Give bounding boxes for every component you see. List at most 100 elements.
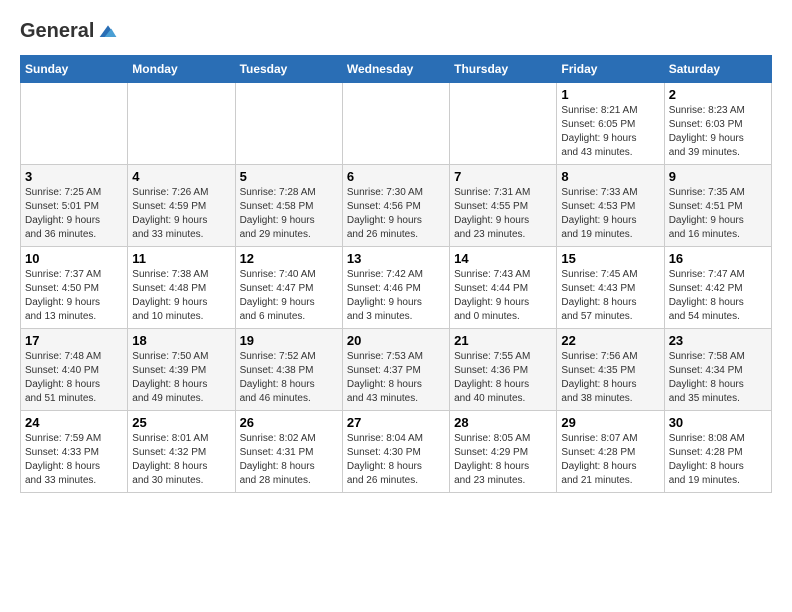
calendar-cell bbox=[342, 83, 449, 165]
calendar-cell bbox=[128, 83, 235, 165]
day-info: Sunrise: 7:28 AM Sunset: 4:58 PM Dayligh… bbox=[240, 186, 338, 242]
calendar-cell bbox=[235, 83, 342, 165]
calendar-cell: 15 Sunrise: 7:45 AM Sunset: 4:43 PM Dayli… bbox=[557, 247, 664, 329]
calendar-cell: 7 Sunrise: 7:31 AM Sunset: 4:55 PM Daylig… bbox=[450, 165, 557, 247]
day-info: Sunrise: 7:58 AM Sunset: 4:34 PM Dayligh… bbox=[669, 350, 767, 406]
calendar-week-row: 3 Sunrise: 7:25 AM Sunset: 5:01 PM Daylig… bbox=[21, 165, 772, 247]
day-number: 10 bbox=[25, 251, 123, 266]
day-info: Sunrise: 8:21 AM Sunset: 6:05 PM Dayligh… bbox=[561, 104, 659, 160]
calendar-header-sunday: Sunday bbox=[21, 56, 128, 83]
day-info: Sunrise: 7:42 AM Sunset: 4:46 PM Dayligh… bbox=[347, 268, 445, 324]
calendar-cell: 12 Sunrise: 7:40 AM Sunset: 4:47 PM Dayli… bbox=[235, 247, 342, 329]
calendar-cell: 26 Sunrise: 8:02 AM Sunset: 4:31 PM Dayli… bbox=[235, 411, 342, 493]
day-number: 9 bbox=[669, 169, 767, 184]
day-number: 2 bbox=[669, 87, 767, 102]
day-number: 18 bbox=[132, 333, 230, 348]
calendar-cell: 3 Sunrise: 7:25 AM Sunset: 5:01 PM Daylig… bbox=[21, 165, 128, 247]
calendar-week-row: 24 Sunrise: 7:59 AM Sunset: 4:33 PM Dayli… bbox=[21, 411, 772, 493]
day-info: Sunrise: 7:40 AM Sunset: 4:47 PM Dayligh… bbox=[240, 268, 338, 324]
day-info: Sunrise: 7:55 AM Sunset: 4:36 PM Dayligh… bbox=[454, 350, 552, 406]
day-info: Sunrise: 7:30 AM Sunset: 4:56 PM Dayligh… bbox=[347, 186, 445, 242]
calendar-cell: 8 Sunrise: 7:33 AM Sunset: 4:53 PM Daylig… bbox=[557, 165, 664, 247]
calendar-header-saturday: Saturday bbox=[664, 56, 771, 83]
day-number: 26 bbox=[240, 415, 338, 430]
logo: General bbox=[20, 20, 118, 39]
calendar-cell: 16 Sunrise: 7:47 AM Sunset: 4:42 PM Dayli… bbox=[664, 247, 771, 329]
calendar-cell: 2 Sunrise: 8:23 AM Sunset: 6:03 PM Daylig… bbox=[664, 83, 771, 165]
day-info: Sunrise: 8:04 AM Sunset: 4:30 PM Dayligh… bbox=[347, 432, 445, 488]
logo-icon bbox=[98, 22, 118, 42]
day-info: Sunrise: 7:48 AM Sunset: 4:40 PM Dayligh… bbox=[25, 350, 123, 406]
day-number: 17 bbox=[25, 333, 123, 348]
day-number: 25 bbox=[132, 415, 230, 430]
day-info: Sunrise: 7:43 AM Sunset: 4:44 PM Dayligh… bbox=[454, 268, 552, 324]
calendar-header-monday: Monday bbox=[128, 56, 235, 83]
calendar-cell: 24 Sunrise: 7:59 AM Sunset: 4:33 PM Dayli… bbox=[21, 411, 128, 493]
calendar-cell: 30Sunrise: 8:08 AM Sunset: 4:28 PM Dayli… bbox=[664, 411, 771, 493]
day-number: 29 bbox=[561, 415, 659, 430]
day-info: Sunrise: 7:31 AM Sunset: 4:55 PM Dayligh… bbox=[454, 186, 552, 242]
day-info: Sunrise: 7:47 AM Sunset: 4:42 PM Dayligh… bbox=[669, 268, 767, 324]
calendar-cell: 11 Sunrise: 7:38 AM Sunset: 4:48 PM Dayli… bbox=[128, 247, 235, 329]
day-info: Sunrise: 8:07 AM Sunset: 4:28 PM Dayligh… bbox=[561, 432, 659, 488]
calendar-cell bbox=[450, 83, 557, 165]
day-info: Sunrise: 7:25 AM Sunset: 5:01 PM Dayligh… bbox=[25, 186, 123, 242]
day-info: Sunrise: 7:26 AM Sunset: 4:59 PM Dayligh… bbox=[132, 186, 230, 242]
calendar-header-row: SundayMondayTuesdayWednesdayThursdayFrid… bbox=[21, 56, 772, 83]
day-info: Sunrise: 7:50 AM Sunset: 4:39 PM Dayligh… bbox=[132, 350, 230, 406]
day-number: 24 bbox=[25, 415, 123, 430]
calendar-cell: 18 Sunrise: 7:50 AM Sunset: 4:39 PM Dayli… bbox=[128, 329, 235, 411]
day-number: 7 bbox=[454, 169, 552, 184]
calendar-header-tuesday: Tuesday bbox=[235, 56, 342, 83]
day-info: Sunrise: 8:23 AM Sunset: 6:03 PM Dayligh… bbox=[669, 104, 767, 160]
day-number: 5 bbox=[240, 169, 338, 184]
day-info: Sunrise: 7:38 AM Sunset: 4:48 PM Dayligh… bbox=[132, 268, 230, 324]
day-number: 23 bbox=[669, 333, 767, 348]
day-number: 16 bbox=[669, 251, 767, 266]
calendar-cell bbox=[21, 83, 128, 165]
calendar-week-row: 1 Sunrise: 8:21 AM Sunset: 6:05 PM Daylig… bbox=[21, 83, 772, 165]
day-number: 12 bbox=[240, 251, 338, 266]
day-number: 28 bbox=[454, 415, 552, 430]
calendar-cell: 27Sunrise: 8:04 AM Sunset: 4:30 PM Dayli… bbox=[342, 411, 449, 493]
calendar-cell: 1 Sunrise: 8:21 AM Sunset: 6:05 PM Daylig… bbox=[557, 83, 664, 165]
day-number: 4 bbox=[132, 169, 230, 184]
calendar-cell: 19Sunrise: 7:52 AM Sunset: 4:38 PM Dayli… bbox=[235, 329, 342, 411]
day-info: Sunrise: 7:52 AM Sunset: 4:38 PM Dayligh… bbox=[240, 350, 338, 406]
day-number: 6 bbox=[347, 169, 445, 184]
calendar-cell: 28Sunrise: 8:05 AM Sunset: 4:29 PM Dayli… bbox=[450, 411, 557, 493]
day-number: 22 bbox=[561, 333, 659, 348]
day-number: 1 bbox=[561, 87, 659, 102]
logo-general: General bbox=[20, 20, 94, 43]
day-number: 20 bbox=[347, 333, 445, 348]
calendar-cell: 22Sunrise: 7:56 AM Sunset: 4:35 PM Dayli… bbox=[557, 329, 664, 411]
page-header: General bbox=[20, 20, 772, 39]
calendar: SundayMondayTuesdayWednesdayThursdayFrid… bbox=[20, 55, 772, 493]
calendar-cell: 25Sunrise: 8:01 AM Sunset: 4:32 PM Dayli… bbox=[128, 411, 235, 493]
day-info: Sunrise: 7:45 AM Sunset: 4:43 PM Dayligh… bbox=[561, 268, 659, 324]
calendar-cell: 6 Sunrise: 7:30 AM Sunset: 4:56 PM Daylig… bbox=[342, 165, 449, 247]
calendar-cell: 4 Sunrise: 7:26 AM Sunset: 4:59 PM Daylig… bbox=[128, 165, 235, 247]
day-number: 3 bbox=[25, 169, 123, 184]
day-number: 11 bbox=[132, 251, 230, 266]
calendar-cell: 13 Sunrise: 7:42 AM Sunset: 4:46 PM Dayli… bbox=[342, 247, 449, 329]
calendar-header-thursday: Thursday bbox=[450, 56, 557, 83]
calendar-week-row: 17 Sunrise: 7:48 AM Sunset: 4:40 PM Dayli… bbox=[21, 329, 772, 411]
day-number: 15 bbox=[561, 251, 659, 266]
day-info: Sunrise: 8:02 AM Sunset: 4:31 PM Dayligh… bbox=[240, 432, 338, 488]
day-number: 8 bbox=[561, 169, 659, 184]
calendar-cell: 14 Sunrise: 7:43 AM Sunset: 4:44 PM Dayli… bbox=[450, 247, 557, 329]
calendar-cell: 21 Sunrise: 7:55 AM Sunset: 4:36 PM Dayli… bbox=[450, 329, 557, 411]
calendar-week-row: 10Sunrise: 7:37 AM Sunset: 4:50 PM Dayli… bbox=[21, 247, 772, 329]
day-number: 14 bbox=[454, 251, 552, 266]
calendar-cell: 9Sunrise: 7:35 AM Sunset: 4:51 PM Daylig… bbox=[664, 165, 771, 247]
day-number: 21 bbox=[454, 333, 552, 348]
day-info: Sunrise: 7:33 AM Sunset: 4:53 PM Dayligh… bbox=[561, 186, 659, 242]
day-number: 13 bbox=[347, 251, 445, 266]
day-info: Sunrise: 7:59 AM Sunset: 4:33 PM Dayligh… bbox=[25, 432, 123, 488]
day-number: 30 bbox=[669, 415, 767, 430]
calendar-cell: 23 Sunrise: 7:58 AM Sunset: 4:34 PM Dayli… bbox=[664, 329, 771, 411]
calendar-cell: 29 Sunrise: 8:07 AM Sunset: 4:28 PM Dayli… bbox=[557, 411, 664, 493]
calendar-cell: 17 Sunrise: 7:48 AM Sunset: 4:40 PM Dayli… bbox=[21, 329, 128, 411]
calendar-cell: 10Sunrise: 7:37 AM Sunset: 4:50 PM Dayli… bbox=[21, 247, 128, 329]
